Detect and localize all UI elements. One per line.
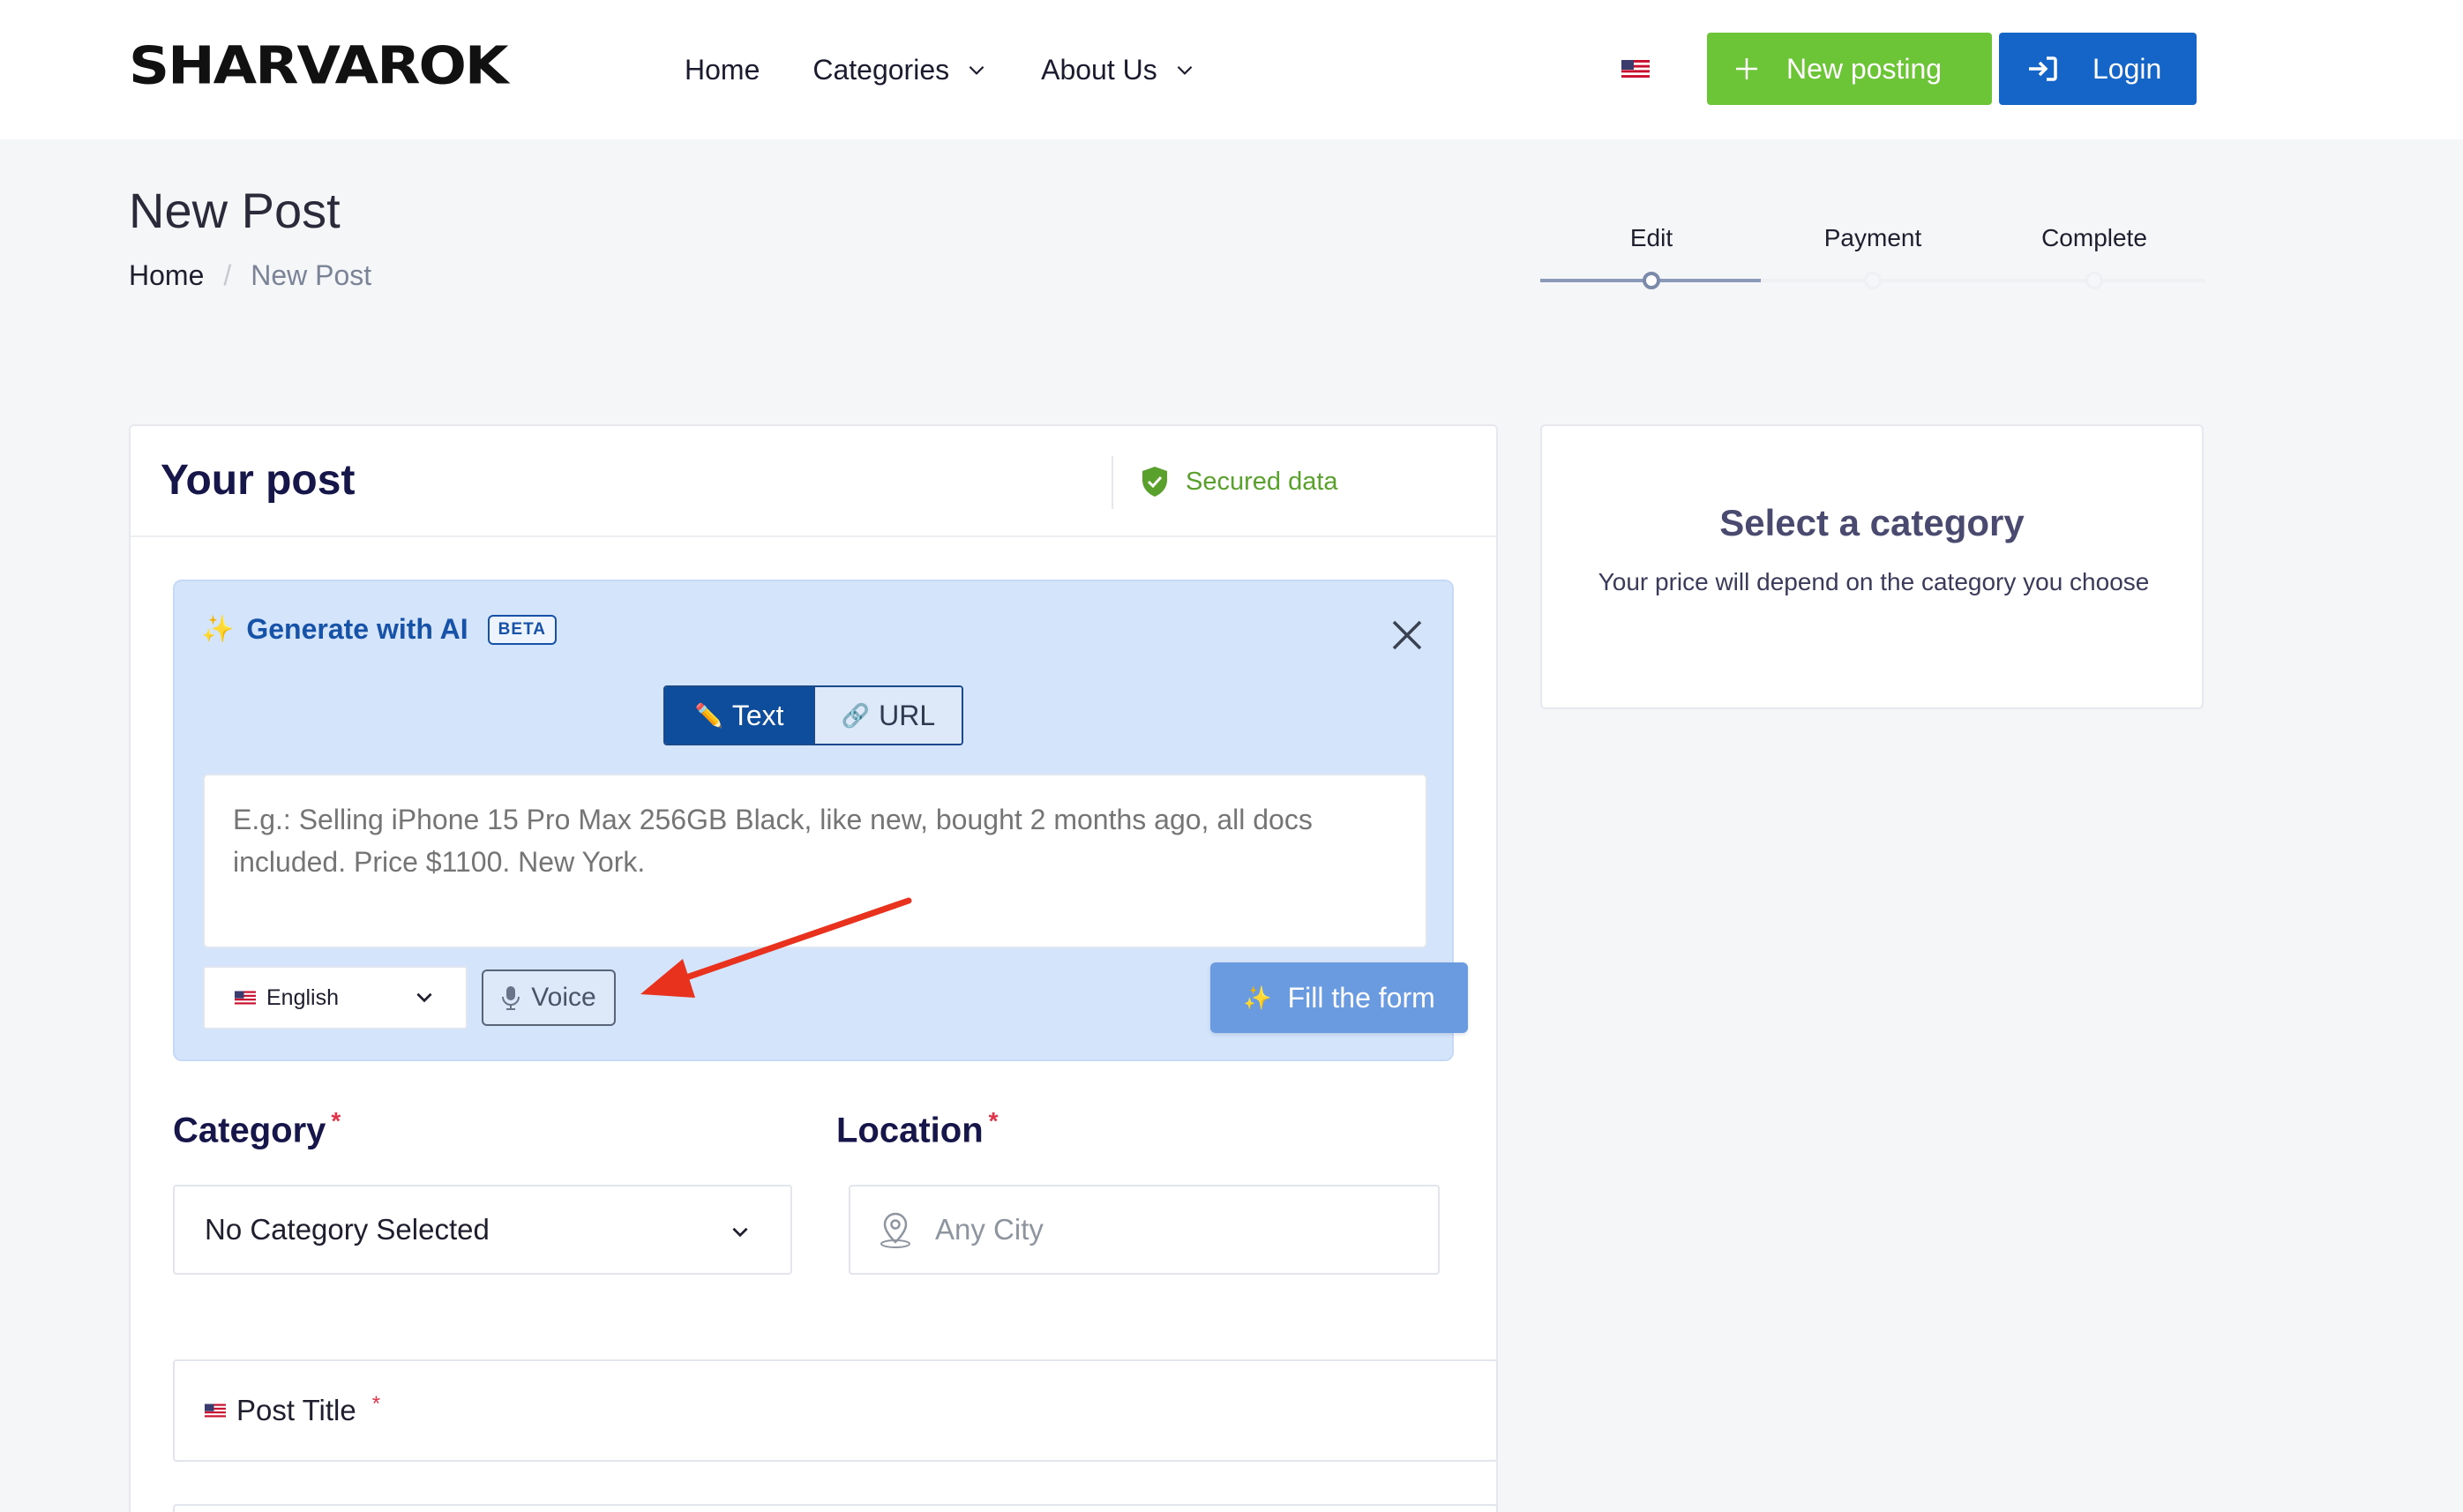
next-field-partial[interactable] xyxy=(173,1504,1498,1512)
location-input[interactable]: Any City xyxy=(849,1185,1440,1275)
nav-categories-label: Categories xyxy=(812,53,950,86)
card-header: Your post Secured data xyxy=(131,426,1496,537)
chevron-down-icon xyxy=(969,65,984,75)
step-track-rest xyxy=(1761,279,2205,282)
required-mark: * xyxy=(331,1107,341,1134)
tab-url[interactable]: 🔗 URL xyxy=(813,687,962,744)
map-pin-icon xyxy=(880,1212,910,1248)
top-header: SHARVAROK Home Categories About Us New p… xyxy=(0,0,2463,139)
language-value: English xyxy=(266,984,339,1010)
close-icon[interactable] xyxy=(1389,617,1426,654)
category-label: Category * xyxy=(173,1107,341,1150)
microphone-icon xyxy=(502,986,520,1010)
tab-text-label: Text xyxy=(731,699,784,731)
main-nav: Home Categories About Us xyxy=(685,48,1196,92)
category-info-card: Select a category Your price will depend… xyxy=(1540,424,2204,709)
category-label-text: Category xyxy=(173,1111,326,1150)
step-dot-complete xyxy=(2085,272,2103,289)
nav-home-label: Home xyxy=(685,53,760,86)
nav-about[interactable]: About Us xyxy=(1041,48,1196,92)
category-select[interactable]: No Category Selected xyxy=(173,1185,792,1275)
login-button[interactable]: Login xyxy=(1999,33,2197,105)
nav-categories[interactable]: Categories xyxy=(812,48,988,92)
page-title: New Post xyxy=(129,183,341,238)
site-logo[interactable]: SHARVAROK xyxy=(129,39,508,94)
side-card-description: Your price will depend on the category y… xyxy=(1598,568,2150,595)
link-icon: 🔗 xyxy=(841,701,871,729)
voice-button[interactable]: Voice xyxy=(482,969,616,1026)
generate-ai-panel: ✨ Generate with AI BETA ✏️ Text 🔗 URL E.… xyxy=(173,580,1468,1061)
step-dot-edit xyxy=(1643,272,1660,289)
pencil-icon: ✏️ xyxy=(694,701,723,729)
step-payment-label: Payment xyxy=(1823,224,1922,251)
required-mark: * xyxy=(988,1107,999,1134)
breadcrumb-separator: / xyxy=(223,259,232,291)
ai-description-input[interactable] xyxy=(203,774,1427,948)
ai-panel-title: ✨ Generate with AI BETA xyxy=(201,613,557,646)
us-flag-icon xyxy=(235,991,256,1005)
sparkle-icon: ✨ xyxy=(201,615,235,644)
chevron-down-icon xyxy=(1177,65,1193,75)
chevron-down-icon xyxy=(416,992,432,1003)
header-divider xyxy=(1112,456,1113,509)
us-flag-icon[interactable] xyxy=(1621,60,1650,78)
shield-check-icon xyxy=(1142,467,1167,497)
nav-home[interactable]: Home xyxy=(685,48,760,92)
voice-label: Voice xyxy=(531,983,596,1012)
step-complete-label: Complete xyxy=(2041,224,2147,251)
post-title-label: Post Title xyxy=(236,1394,356,1426)
category-value: No Category Selected xyxy=(205,1213,490,1246)
step-dot-payment xyxy=(1864,272,1882,289)
fill-form-label: Fill the form xyxy=(1287,981,1435,1014)
secured-data-label: Secured data xyxy=(1186,467,1338,496)
language-select[interactable]: English xyxy=(203,966,468,1029)
breadcrumb-home[interactable]: Home xyxy=(129,259,204,292)
side-card-title: Select a category xyxy=(1719,502,2025,543)
sign-in-icon xyxy=(2029,56,2057,81)
card-title: Your post xyxy=(161,457,356,504)
fill-form-button[interactable]: ✨ Fill the form xyxy=(1210,962,1468,1033)
login-label: Login xyxy=(2092,52,2162,85)
location-label: Location * xyxy=(836,1107,999,1150)
tab-url-label: URL xyxy=(879,699,936,731)
step-edit-label: Edit xyxy=(1629,224,1673,251)
tab-text[interactable]: ✏️ Text xyxy=(665,687,813,744)
us-flag-icon xyxy=(205,1403,226,1418)
location-placeholder: Any City xyxy=(935,1213,1044,1246)
new-posting-button[interactable]: New posting xyxy=(1707,33,1992,105)
nav-about-label: About Us xyxy=(1041,53,1157,86)
new-posting-label: New posting xyxy=(1786,52,1943,85)
secured-data-badge: Secured data xyxy=(1140,465,1338,498)
location-label-text: Location xyxy=(836,1111,984,1150)
chevron-down-icon xyxy=(732,1227,748,1238)
breadcrumb: Home / New Post xyxy=(129,259,371,292)
beta-badge: BETA xyxy=(487,614,557,645)
required-mark: * xyxy=(371,1392,381,1416)
sparkle-icon: ✨ xyxy=(1243,984,1272,1011)
post-form-card: Your post Secured data ✨ Generate with A… xyxy=(129,424,1498,1512)
plus-icon xyxy=(1736,58,1757,79)
progress-steps: Edit Payment Complete xyxy=(1540,224,2205,295)
ai-mode-toggle: ✏️ Text 🔗 URL xyxy=(663,685,963,745)
ai-title-label: Generate with AI xyxy=(246,613,468,645)
post-title-input[interactable]: Post Title * xyxy=(173,1359,1498,1462)
breadcrumb-current: New Post xyxy=(251,259,372,291)
